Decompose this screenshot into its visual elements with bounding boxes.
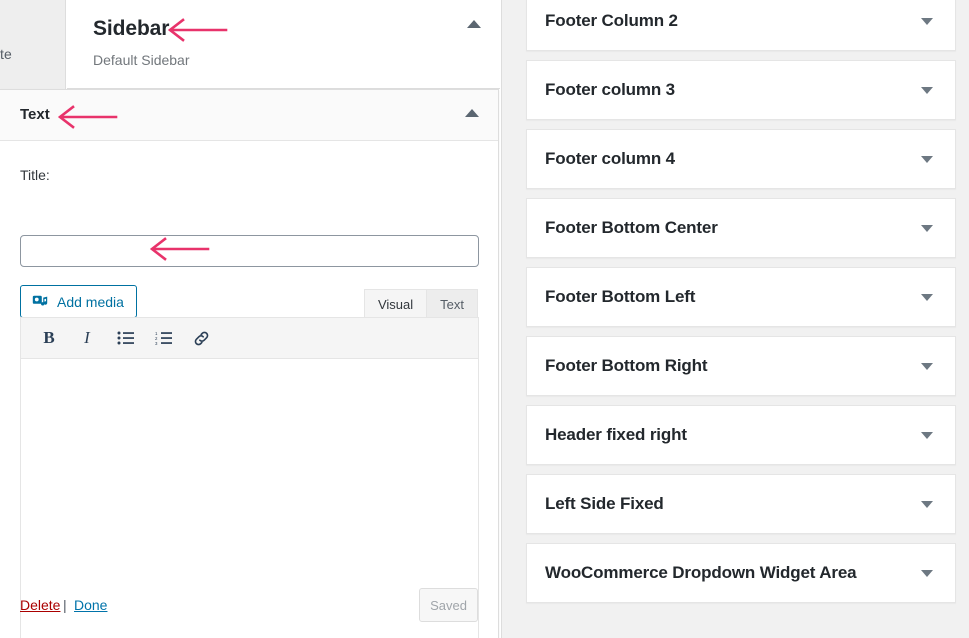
title-field-label: Title: xyxy=(20,167,50,183)
caret-down-icon[interactable] xyxy=(921,570,933,577)
tab-visual-label: Visual xyxy=(377,296,414,312)
caret-up-icon[interactable] xyxy=(465,109,479,117)
text-widget-header[interactable]: Text xyxy=(0,90,498,141)
sidebar-subtitle: Default Sidebar xyxy=(93,52,190,68)
widget-area-item[interactable]: Footer Bottom Right xyxy=(526,336,956,396)
caret-down-icon[interactable] xyxy=(921,225,933,232)
caret-down-icon[interactable] xyxy=(921,501,933,508)
unordered-list-icon[interactable] xyxy=(109,323,141,353)
caret-down-icon[interactable] xyxy=(921,432,933,439)
footer-separator: | xyxy=(63,597,67,613)
widget-area-label: Footer Bottom Center xyxy=(545,218,718,237)
bold-glyph: B xyxy=(43,328,55,347)
widget-area-label: Left Side Fixed xyxy=(545,494,664,513)
widget-area-label: Header fixed right xyxy=(545,425,687,444)
italic-glyph: I xyxy=(84,328,90,347)
sidebar-section-header[interactable]: Sidebar Default Sidebar xyxy=(67,0,500,89)
widget-area-item[interactable]: Footer column 3 xyxy=(526,60,956,120)
customizer-left-pane: te Sidebar Default Sidebar Text Title: A… xyxy=(0,0,500,638)
caret-down-icon[interactable] xyxy=(921,363,933,370)
caret-down-icon[interactable] xyxy=(921,294,933,301)
bold-icon[interactable]: B xyxy=(33,323,65,353)
editor-toolbar: B I 1 2 3 xyxy=(21,318,478,359)
tab-visual[interactable]: Visual xyxy=(363,289,428,318)
editor-mode-tabs: Visual Text xyxy=(363,289,478,318)
widget-area-label: Footer column 3 xyxy=(545,80,675,99)
widget-area-item[interactable]: Footer column 4 xyxy=(526,129,956,189)
widget-footer: Delete | Done Saved xyxy=(0,576,498,638)
save-button[interactable]: Saved xyxy=(419,588,478,622)
widget-area-item[interactable]: Header fixed right xyxy=(526,405,956,465)
widget-area-item[interactable]: WooCommerce Dropdown Widget Area xyxy=(526,543,956,603)
add-media-label: Add media xyxy=(57,293,124,310)
ordered-list-icon[interactable]: 1 2 3 xyxy=(147,323,179,353)
caret-down-icon[interactable] xyxy=(921,18,933,25)
text-widget-body: Title: Add media Visual Text B I 1 2 3 D… xyxy=(0,141,498,638)
text-widget-card: Text Title: Add media Visual Text B I 1 … xyxy=(0,89,499,638)
screen-root: te Sidebar Default Sidebar Text Title: A… xyxy=(0,0,969,638)
previous-panel-edge-text: te xyxy=(0,46,12,62)
italic-icon[interactable]: I xyxy=(71,323,103,353)
widget-area-label: Footer Bottom Left xyxy=(545,287,696,306)
widget-area-item[interactable]: Left Side Fixed xyxy=(526,474,956,534)
add-media-button[interactable]: Add media xyxy=(20,285,137,318)
tab-text[interactable]: Text xyxy=(427,289,478,318)
caret-down-icon[interactable] xyxy=(921,156,933,163)
done-link[interactable]: Done xyxy=(74,597,107,613)
widget-area-list: Footer Column 2 Footer column 3 Footer c… xyxy=(526,0,956,612)
widget-area-label: Footer Bottom Right xyxy=(545,356,708,375)
link-icon[interactable] xyxy=(185,323,217,353)
widget-areas-pane: Footer Column 2 Footer column 3 Footer c… xyxy=(501,0,969,638)
page-title: Sidebar xyxy=(93,17,170,40)
widget-area-label: Footer column 4 xyxy=(545,149,675,168)
svg-text:3: 3 xyxy=(155,341,158,345)
caret-up-icon[interactable] xyxy=(467,20,481,28)
previous-panel-edge: te xyxy=(0,0,66,90)
tab-text-label: Text xyxy=(440,296,464,312)
widget-area-item[interactable]: Footer Column 2 xyxy=(526,0,956,51)
widget-area-item[interactable]: Footer Bottom Left xyxy=(526,267,956,327)
add-media-icon xyxy=(31,293,49,311)
text-widget-title: Text xyxy=(20,106,50,123)
widget-area-label: Footer Column 2 xyxy=(545,11,678,30)
widget-area-item[interactable]: Footer Bottom Center xyxy=(526,198,956,258)
title-input[interactable] xyxy=(20,235,479,267)
caret-down-icon[interactable] xyxy=(921,87,933,94)
widget-area-label: WooCommerce Dropdown Widget Area xyxy=(545,563,857,582)
delete-link[interactable]: Delete xyxy=(20,597,60,613)
